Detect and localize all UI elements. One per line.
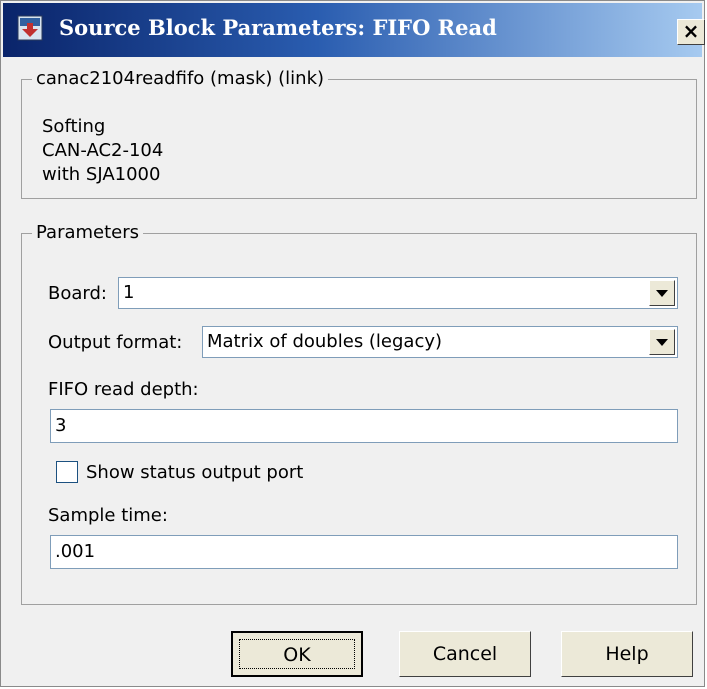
mask-group-title: canac2104readfifo (mask) (link) [32,67,329,91]
close-button[interactable]: × [677,19,705,45]
parameters-group: Parameters Board: 1 Output format: Matri… [21,221,697,605]
sample-time-value: .001 [55,541,96,562]
close-icon: × [682,19,700,43]
fifo-depth-value: 3 [55,415,67,436]
sample-time-label: Sample time: [48,505,168,526]
sample-time-field[interactable]: .001 [50,535,678,569]
output-format-label: Output format: [48,332,183,353]
title-bar[interactable]: Source Block Parameters: FIFO Read × [3,3,705,57]
board-value: 1 [123,282,135,303]
fifo-depth-field[interactable]: 3 [50,409,678,443]
board-label: Board: [48,283,107,304]
cancel-button[interactable]: Cancel [399,631,531,677]
fifo-depth-label: FIFO read depth: [48,379,199,400]
board-dropdown[interactable]: 1 [118,277,678,309]
output-format-dropdown[interactable]: Matrix of doubles (legacy) [202,326,678,358]
simulink-block-icon [17,15,43,41]
chevron-down-icon[interactable] [649,329,675,355]
help-button[interactable]: Help [561,631,693,677]
output-format-value: Matrix of doubles (legacy) [207,331,443,352]
focus-rect [239,639,355,669]
window-title: Source Block Parameters: FIFO Read [59,15,497,40]
mask-description-group: canac2104readfifo (mask) (link) Softing … [21,67,697,199]
cancel-label: Cancel [432,643,498,665]
parameters-group-title: Parameters [32,221,144,245]
help-label: Help [605,643,649,665]
chevron-down-icon[interactable] [649,280,675,306]
description-line-1: Softing [42,116,106,137]
description-line-3: with SJA1000 [42,164,161,185]
dialog-window: Source Block Parameters: FIFO Read × can… [0,0,705,687]
show-status-label[interactable]: Show status output port [86,462,303,483]
show-status-checkbox[interactable] [56,461,78,483]
description-line-2: CAN-AC2-104 [42,140,164,161]
ok-button[interactable]: OK [231,631,363,677]
